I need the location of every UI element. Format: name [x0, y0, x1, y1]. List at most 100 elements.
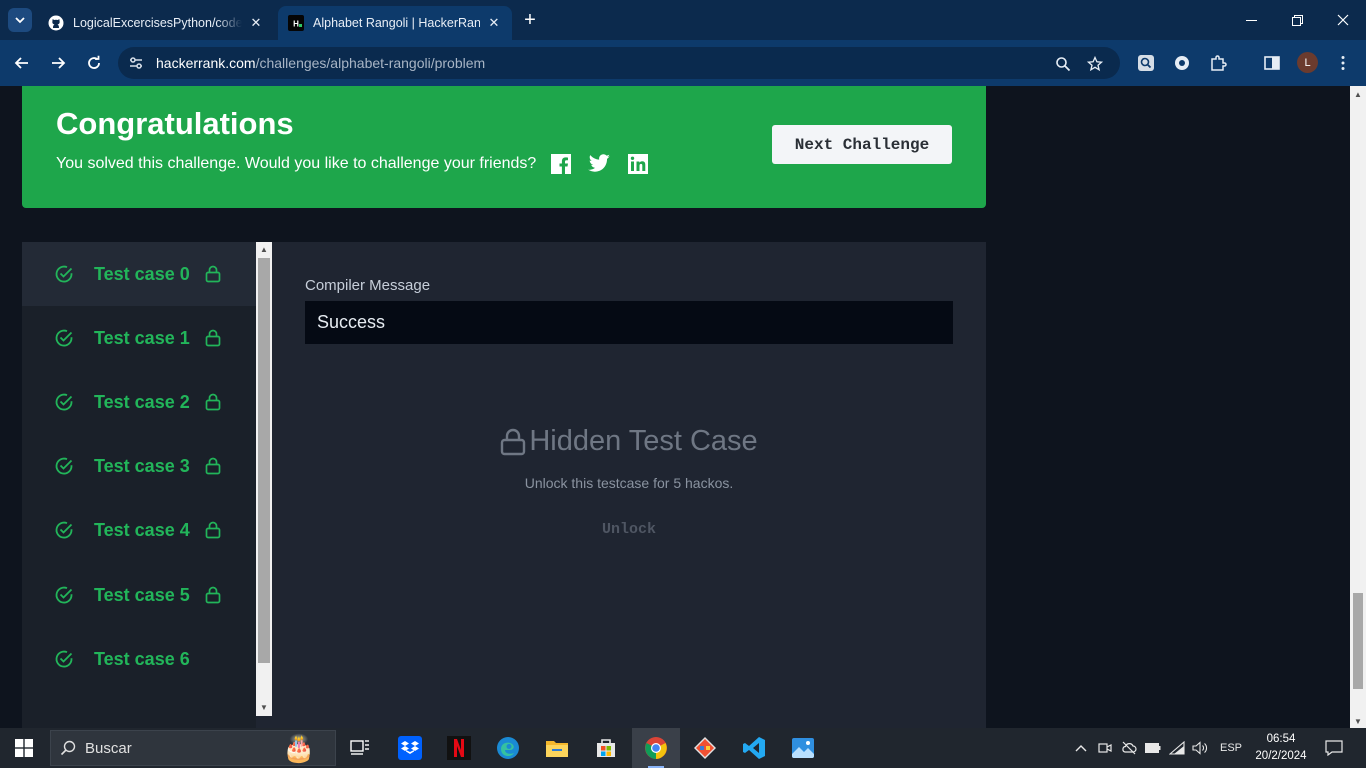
zoom-icon[interactable]	[1054, 55, 1072, 73]
birthday-cake-icon[interactable]: 🎂	[276, 728, 322, 768]
reload-icon	[88, 55, 100, 69]
scroll-up-icon[interactable]: ▲	[1350, 86, 1366, 102]
extension-password-icon[interactable]	[1172, 53, 1192, 73]
netflix-icon[interactable]	[435, 728, 483, 768]
tab-hackerrank[interactable]: H Alphabet Rangoli | HackerRank ✕	[278, 6, 512, 40]
close-window-button[interactable]	[1320, 0, 1366, 40]
side-panel-icon[interactable]	[1262, 53, 1282, 73]
close-icon[interactable]: ✕	[248, 15, 264, 31]
search-icon	[51, 740, 85, 756]
test-case-item[interactable]: Test case 1	[22, 306, 256, 370]
test-case-item[interactable]: Test case 4	[22, 498, 256, 562]
test-results-panel: Test case 0 Test case 1 Test case 2 Test…	[22, 242, 986, 729]
scroll-up-icon[interactable]: ▲	[256, 242, 272, 256]
next-challenge-button[interactable]: Next Challenge	[772, 125, 952, 164]
unlock-cost-text: Unlock this testcase for 5 hackos.	[524, 475, 734, 491]
lock-icon	[501, 428, 526, 455]
scroll-down-icon[interactable]: ▼	[1350, 713, 1366, 729]
test-case-label: Test case 4	[94, 519, 190, 540]
test-case-detail: Compiler Message Success Hidden Test Cas…	[272, 242, 986, 729]
dropbox-icon[interactable]	[386, 728, 434, 768]
banner-title: Congratulations	[56, 106, 294, 141]
close-icon[interactable]: ✕	[486, 15, 502, 31]
test-case-item[interactable]: Test case 0	[22, 242, 256, 306]
vscode-icon[interactable]	[730, 728, 778, 768]
battery-icon[interactable]	[1144, 728, 1162, 768]
check-circle-icon	[55, 265, 73, 283]
test-case-item[interactable]: Test case 3	[22, 434, 256, 498]
notification-icon[interactable]	[1320, 728, 1348, 768]
restore-icon	[1291, 14, 1303, 26]
forward-button[interactable]	[46, 51, 70, 75]
chrome-icon[interactable]	[632, 728, 680, 768]
page-content: Congratulations You solved this challeng…	[0, 86, 1350, 729]
meet-now-icon[interactable]	[1096, 728, 1114, 768]
wifi-icon[interactable]	[1168, 728, 1186, 768]
test-case-item[interactable]: Test case 2	[22, 370, 256, 434]
reload-button[interactable]	[82, 51, 106, 75]
git-icon[interactable]	[681, 728, 729, 768]
photos-icon[interactable]	[779, 728, 827, 768]
page-scrollbar[interactable]: ▲ ▼	[1350, 86, 1366, 729]
task-view-icon[interactable]	[336, 728, 384, 768]
check-circle-icon	[55, 521, 73, 539]
lock-icon	[205, 265, 221, 283]
store-icon[interactable]	[582, 728, 630, 768]
unlock-button[interactable]: Unlock	[579, 517, 679, 541]
test-case-label: Test case 3	[94, 455, 190, 476]
url-path: /challenges/alphabet-rangoli/problem	[255, 55, 486, 71]
restore-button[interactable]	[1274, 0, 1320, 40]
bookmark-star-icon[interactable]	[1086, 55, 1104, 73]
file-explorer-icon[interactable]	[533, 728, 581, 768]
search-placeholder: Buscar	[85, 739, 132, 757]
check-circle-icon	[55, 393, 73, 411]
minimize-icon	[1245, 19, 1257, 21]
tab-search-button[interactable]	[8, 8, 32, 32]
check-circle-icon	[55, 329, 73, 347]
minimize-button[interactable]	[1228, 0, 1274, 40]
hidden-test-case-title: Hidden Test Case	[529, 425, 758, 457]
check-circle-icon	[55, 650, 73, 668]
url-field[interactable]: hackerrank.com/challenges/alphabet-rango…	[118, 47, 1120, 79]
clock-time: 06:54	[1266, 733, 1296, 745]
menu-dots-icon[interactable]	[1333, 53, 1353, 73]
back-button[interactable]	[10, 51, 34, 75]
system-clock[interactable]: 06:54 20/2/2024	[1252, 731, 1310, 765]
chevron-up-icon[interactable]	[1072, 728, 1090, 768]
test-case-item[interactable]: Test case 6	[22, 627, 256, 691]
chevron-down-icon	[15, 17, 25, 24]
language-indicator[interactable]: ESP	[1216, 728, 1246, 768]
edge-icon[interactable]	[484, 728, 532, 768]
volume-icon[interactable]	[1191, 728, 1209, 768]
scrollbar-thumb[interactable]	[258, 258, 270, 663]
test-case-label: Test case 5	[94, 584, 190, 605]
compiler-message-output: Success	[305, 301, 953, 344]
twitter-icon[interactable]	[587, 152, 611, 176]
arrow-left-icon	[14, 57, 28, 69]
lock-icon	[205, 329, 221, 347]
hidden-test-case-heading: Hidden Test Case	[272, 425, 986, 458]
url-text: hackerrank.com/challenges/alphabet-rango…	[156, 55, 485, 71]
test-case-label: Test case 6	[94, 648, 190, 669]
extension-lens-icon[interactable]	[1136, 53, 1156, 73]
hackerrank-icon: H	[288, 15, 304, 31]
test-case-scrollbar[interactable]: ▲ ▼	[256, 242, 272, 716]
check-circle-icon	[55, 457, 73, 475]
facebook-icon[interactable]	[549, 152, 573, 176]
cloud-offline-icon[interactable]	[1120, 728, 1138, 768]
tab-github[interactable]: LogicalExcercisesPython/codeSi ✕	[38, 6, 274, 40]
scrollbar-thumb[interactable]	[1353, 593, 1363, 689]
start-button[interactable]	[0, 728, 48, 768]
new-tab-button[interactable]: +	[518, 9, 542, 33]
profile-avatar[interactable]: L	[1297, 52, 1318, 73]
site-info-icon[interactable]	[118, 55, 154, 71]
clock-date: 20/2/2024	[1255, 750, 1307, 762]
browser-tab-strip: LogicalExcercisesPython/codeSi ✕ H Alpha…	[0, 0, 1366, 40]
scroll-down-icon[interactable]: ▼	[256, 700, 272, 714]
test-case-item[interactable]: Test case 5	[22, 563, 256, 627]
test-case-label: Test case 0	[94, 263, 190, 284]
compiler-message-label: Compiler Message	[305, 277, 431, 294]
extensions-puzzle-icon[interactable]	[1208, 53, 1228, 73]
lock-icon	[205, 457, 221, 475]
linkedin-icon[interactable]	[626, 152, 650, 176]
